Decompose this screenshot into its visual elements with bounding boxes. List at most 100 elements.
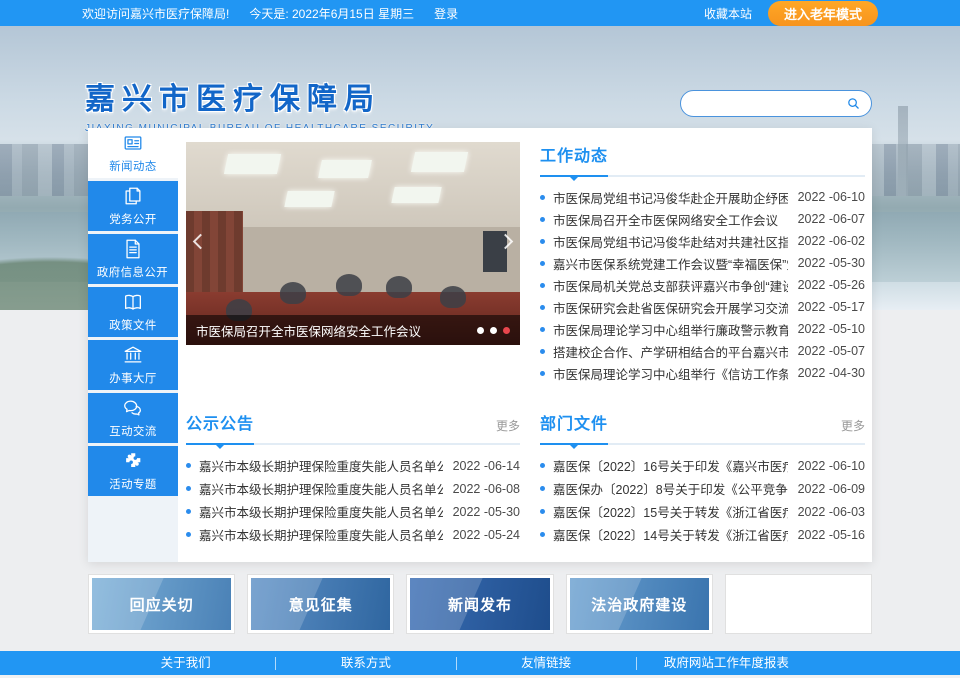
bullet-icon (540, 261, 545, 266)
news-carousel[interactable]: 市医保局召开全市医保网络安全工作会议 (186, 142, 520, 345)
main-content-card: 新闻动态 党务公开 政府信息公开 政策文件 办事大厅 (88, 128, 872, 562)
department-docs-title[interactable]: 部门文件 (540, 410, 608, 434)
news-item-date: 2022 -05-07 (798, 344, 865, 358)
footer-nav-link[interactable]: 联系方式 (276, 657, 456, 670)
news-item-date: 2022 -05-30 (453, 505, 520, 519)
department-docs-more-link[interactable]: 更多 (841, 417, 865, 434)
sidebar-item-label: 政府信息公开 (97, 263, 168, 279)
login-link[interactable]: 登录 (434, 5, 458, 22)
news-item-title: 嘉医保〔2022〕14号关于转发《浙江省医疗保... (553, 525, 788, 544)
department-docs-header: 部门文件 更多 (540, 410, 865, 445)
news-list-item[interactable]: 市医保局理论学习中心组举行廉政警示教育专题学习... 2022 -05-10 (540, 318, 865, 340)
sidebar-item[interactable]: 互动交流 (88, 393, 178, 443)
carousel-dot[interactable] (503, 327, 510, 334)
carousel-dot[interactable] (490, 327, 497, 334)
quick-link-label: 回应关切 (92, 578, 231, 630)
news-item-title: 嘉兴市医保系统党建工作会议暨“幸福医保”党建联... (553, 254, 788, 273)
news-list-item[interactable]: 嘉医保〔2022〕16号关于印发《嘉兴市医疗保... 2022 -06-10 (540, 454, 865, 477)
welcome-text: 欢迎访问嘉兴市医疗保障局! (82, 5, 229, 22)
favorite-site-link[interactable]: 收藏本站 (704, 5, 752, 22)
footer-nav-link[interactable]: 友情链接 (457, 657, 637, 670)
news-list-item[interactable]: 市医保局党组书记冯俊华赴结对共建社区指导全国文... 2022 -06-02 (540, 230, 865, 252)
sidebar-item[interactable]: 新闻动态 (88, 128, 178, 178)
bullet-icon (540, 327, 545, 332)
sidebar-item[interactable]: 党务公开 (88, 181, 178, 231)
news-list-item[interactable]: 嘉兴市医保系统党建工作会议暨“幸福医保”党建联... 2022 -05-30 (540, 252, 865, 274)
quick-link-banner[interactable]: 回应关切 (88, 574, 235, 634)
news-item-date: 2022 -06-02 (798, 234, 865, 248)
news-item-title: 市医保研究会赴省医保研究会开展学习交流活动 (553, 298, 788, 317)
quick-link-label: 意见征集 (251, 578, 390, 630)
news-item-title: 嘉医保〔2022〕16号关于印发《嘉兴市医疗保... (553, 456, 788, 475)
work-news-title[interactable]: 工作动态 (540, 142, 608, 166)
quick-link-banner[interactable]: 提案建议 (725, 574, 872, 634)
quick-link-banner[interactable]: 新闻发布 (406, 574, 553, 634)
news-item-title: 嘉兴市本级长期护理保险重度失能人员名单公示（2... (199, 479, 443, 498)
news-item-title: 嘉兴市本级长期护理保险重度失能人员名单公示（2... (199, 502, 443, 521)
department-docs-panel: 部门文件 更多 嘉医保〔2022〕16号关于印发《嘉兴市医疗保... 2022 … (540, 410, 865, 546)
sidebar-item-label: 政策文件 (109, 316, 157, 332)
carousel-caption[interactable]: 市医保局召开全市医保网络安全工作会议 (196, 321, 477, 340)
quick-link-banner[interactable]: 意见征集 (247, 574, 394, 634)
bullet-icon (540, 463, 545, 468)
news-list-item[interactable]: 嘉兴市本级长期护理保险重度失能人员名单公示（2... 2022 -06-14 (186, 454, 520, 477)
carousel-photo-person (280, 282, 306, 304)
content-grid: 市医保局召开全市医保网络安全工作会议 工作动态 市医保局党组书记冯俊华赴企开展助… (178, 128, 872, 562)
site-title: 嘉兴市医疗保障局 (85, 74, 434, 118)
work-news-panel: 工作动态 市医保局党组书记冯俊华赴企开展助企纾困活动 2022 -06-10 市… (540, 142, 865, 384)
sidebar-item[interactable]: 政府信息公开 (88, 234, 178, 284)
news-list-item[interactable]: 嘉医保〔2022〕15号关于转发《浙江省医疗保... 2022 -06-03 (540, 500, 865, 523)
bullet-icon (186, 532, 191, 537)
sidebar-item-label: 活动专题 (109, 475, 157, 491)
sidebar-item[interactable]: 政策文件 (88, 287, 178, 337)
search-input[interactable] (691, 97, 846, 111)
announcements-title[interactable]: 公示公告 (186, 410, 254, 434)
search-icon[interactable] (846, 96, 861, 111)
announcements-more-link[interactable]: 更多 (496, 417, 520, 434)
news-item-title: 市医保局理论学习中心组举行《信访工作条例》专题... (553, 364, 788, 383)
news-item-title: 搭建校企合作、产学研相结合的平台嘉兴市长期护理... (553, 342, 788, 361)
news-list-item[interactable]: 市医保局召开全市医保网络安全工作会议 2022 -06-07 (540, 208, 865, 230)
news-item-title: 市医保局党组书记冯俊华赴结对共建社区指导全国文... (553, 232, 788, 251)
news-item-title: 嘉兴市本级长期护理保险重度失能人员名单公示（2... (199, 456, 443, 475)
bullet-icon (540, 283, 545, 288)
sidebar-item[interactable]: 活动专题 (88, 446, 178, 496)
news-list-item[interactable]: 市医保局机关党总支部获评嘉兴市争创“建设清廉机... 2022 -05-26 (540, 274, 865, 296)
quick-link-label: 法治政府建设 (570, 578, 709, 630)
carousel-photo-light (224, 154, 282, 174)
quick-link-label: 提案建议 (729, 578, 868, 630)
news-list-item[interactable]: 嘉医保〔2022〕14号关于转发《浙江省医疗保... 2022 -05-16 (540, 523, 865, 546)
news-list-item[interactable]: 市医保局理论学习中心组举行《信访工作条例》专题... 2022 -04-30 (540, 362, 865, 384)
news-list-item[interactable]: 搭建校企合作、产学研相结合的平台嘉兴市长期护理... 2022 -05-07 (540, 340, 865, 362)
sidebar-nav: 新闻动态 党务公开 政府信息公开 政策文件 办事大厅 (88, 128, 178, 562)
news-item-date: 2022 -06-03 (798, 505, 865, 519)
news-list-item[interactable]: 市医保局党组书记冯俊华赴企开展助企纾困活动 2022 -06-10 (540, 186, 865, 208)
news-list-item[interactable]: 嘉医保办〔2022〕8号关于印发《公平竞争审查... 2022 -06-09 (540, 477, 865, 500)
sidebar-item[interactable]: 办事大厅 (88, 340, 178, 390)
chat-icon (122, 397, 144, 419)
news-item-date: 2022 -06-10 (798, 190, 865, 204)
elder-mode-button[interactable]: 进入老年模式 (768, 1, 878, 26)
sidebar-item-label: 新闻动态 (109, 157, 157, 173)
quick-link-banner[interactable]: 法治政府建设 (566, 574, 713, 634)
news-list-item[interactable]: 嘉兴市本级长期护理保险重度失能人员名单公示（2... 2022 -05-24 (186, 523, 520, 546)
carousel-photo-light (411, 152, 469, 172)
news-list-item[interactable]: 市医保研究会赴省医保研究会开展学习交流活动 2022 -05-17 (540, 296, 865, 318)
news-item-date: 2022 -05-30 (798, 256, 865, 270)
top-utility-bar: 欢迎访问嘉兴市医疗保障局! 今天是: 2022年6月15日 星期三 登录 收藏本… (0, 0, 960, 26)
footer-nav-link[interactable]: 关于我们 (96, 657, 276, 670)
news-item-date: 2022 -05-24 (453, 528, 520, 542)
quick-link-label: 新闻发布 (410, 578, 549, 630)
sidebar-item-label: 党务公开 (109, 210, 157, 226)
news-list-item[interactable]: 嘉兴市本级长期护理保险重度失能人员名单公示（2... 2022 -06-08 (186, 477, 520, 500)
news-item-title: 嘉医保〔2022〕15号关于转发《浙江省医疗保... (553, 502, 788, 521)
news-item-title: 嘉医保办〔2022〕8号关于印发《公平竞争审查... (553, 479, 788, 498)
carousel-dot[interactable] (477, 327, 484, 334)
news-list-item[interactable]: 嘉兴市本级长期护理保险重度失能人员名单公示（2... 2022 -05-30 (186, 500, 520, 523)
banner-tower (898, 106, 908, 196)
news-item-title: 嘉兴市本级长期护理保险重度失能人员名单公示（2... (199, 525, 443, 544)
sidebar-item-label: 办事大厅 (109, 369, 157, 385)
bullet-icon (186, 509, 191, 514)
copy-docs-icon (122, 185, 144, 207)
footer-nav-link[interactable]: 政府网站工作年度报表 (637, 657, 816, 670)
